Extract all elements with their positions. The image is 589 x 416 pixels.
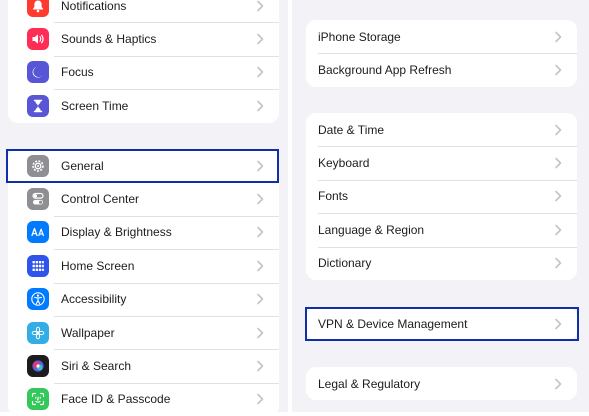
- app-grid-icon: [27, 254, 49, 277]
- chevron-right-icon: [555, 224, 562, 236]
- sidebar-item-face-id-passcode[interactable]: Face ID & Passcode: [8, 382, 279, 416]
- row-label: VPN & Device Management: [318, 316, 468, 331]
- sidebar-item-label: General: [61, 158, 104, 173]
- sidebar-item-label: Focus: [61, 65, 94, 80]
- chevron-right-icon: [257, 33, 264, 45]
- row-language-region[interactable]: Language & Region: [306, 213, 577, 247]
- sidebar-item-label: Display & Brightness: [61, 225, 172, 240]
- sidebar-item-label: Screen Time: [61, 98, 129, 113]
- row-vpn-device-management[interactable]: VPN & Device Management: [306, 307, 577, 341]
- chevron-right-icon: [555, 157, 562, 169]
- row-label: Language & Region: [318, 222, 425, 237]
- sidebar-item-label: Accessibility: [61, 292, 127, 307]
- row-label: iPhone Storage: [318, 29, 401, 44]
- gear-icon: [27, 154, 49, 177]
- hourglass-icon: [27, 94, 49, 117]
- sidebar-item-label: Face ID & Passcode: [61, 392, 171, 407]
- sidebar-item-accessibility[interactable]: Accessibility: [8, 282, 279, 316]
- row-fonts[interactable]: Fonts: [306, 179, 577, 214]
- sidebar-item-wallpaper[interactable]: Wallpaper: [8, 315, 279, 350]
- flower-icon: [27, 321, 49, 344]
- siri-icon: [27, 355, 49, 378]
- settings-sidebar: Notifications Sounds & Haptics Focus Scr…: [0, 0, 288, 416]
- chevron-right-icon: [257, 160, 264, 171]
- text-size-icon: [27, 221, 49, 244]
- sidebar-item-label: Sounds & Haptics: [61, 32, 157, 47]
- row-label: Background App Refresh: [318, 63, 452, 78]
- chevron-right-icon: [555, 64, 562, 76]
- sidebar-item-label: Control Center: [61, 192, 140, 207]
- chevron-right-icon: [257, 327, 264, 338]
- sidebar-item-label: Siri & Search: [61, 359, 132, 374]
- chevron-right-icon: [257, 100, 264, 112]
- row-label: Keyboard: [318, 156, 370, 171]
- chevron-right-icon: [555, 124, 562, 135]
- settings-group-legal: Legal & Regulatory: [306, 367, 577, 401]
- chevron-right-icon: [257, 260, 264, 272]
- sidebar-item-control-center[interactable]: Control Center: [8, 182, 279, 216]
- chevron-right-icon: [257, 227, 264, 238]
- sidebar-item-display-brightness[interactable]: Display & Brightness: [8, 215, 279, 250]
- chevron-right-icon: [257, 193, 264, 205]
- row-date-time[interactable]: Date & Time: [306, 113, 577, 147]
- row-label: Fonts: [318, 189, 349, 204]
- settings-group-storage: iPhone Storage Background App Refresh: [306, 20, 577, 87]
- chevron-right-icon: [555, 257, 562, 269]
- chevron-right-icon: [555, 318, 562, 329]
- toggles-icon: [27, 188, 49, 211]
- chevron-right-icon: [555, 191, 562, 202]
- row-background-app-refresh[interactable]: Background App Refresh: [306, 53, 577, 87]
- sidebar-item-general[interactable]: General: [8, 149, 279, 183]
- sidebar-item-focus[interactable]: Focus: [8, 55, 279, 90]
- chevron-right-icon: [257, 0, 264, 11]
- sidebar-item-notifications[interactable]: Notifications: [8, 0, 279, 23]
- row-iphone-storage[interactable]: iPhone Storage: [306, 20, 577, 54]
- settings-group-notifications: Notifications Sounds & Haptics Focus Scr…: [8, 0, 279, 123]
- chevron-right-icon: [257, 394, 264, 405]
- moon-icon: [27, 61, 49, 84]
- chevron-right-icon: [257, 360, 264, 372]
- accessibility-icon: [27, 288, 49, 311]
- sidebar-item-label: Wallpaper: [61, 325, 115, 340]
- speaker-icon: [27, 28, 49, 51]
- bell-icon: [27, 0, 49, 17]
- settings-group-vpn: VPN & Device Management: [306, 307, 577, 341]
- chevron-right-icon: [257, 293, 264, 305]
- row-legal-regulatory[interactable]: Legal & Regulatory: [306, 367, 577, 401]
- sidebar-item-screen-time[interactable]: Screen Time: [8, 89, 279, 123]
- row-label: Dictionary: [318, 256, 372, 271]
- chevron-right-icon: [555, 31, 562, 42]
- sidebar-item-label: Notifications: [61, 0, 127, 13]
- sidebar-item-home-screen[interactable]: Home Screen: [8, 249, 279, 283]
- chevron-right-icon: [555, 378, 562, 389]
- general-settings-panel: iPhone Storage Background App Refresh Da…: [292, 0, 589, 412]
- row-dictionary[interactable]: Dictionary: [306, 246, 577, 280]
- settings-group-general: General Control Center Display & Brightn…: [8, 149, 279, 416]
- sidebar-item-siri-search[interactable]: Siri & Search: [8, 349, 279, 383]
- row-label: Legal & Regulatory: [318, 376, 421, 391]
- row-label: Date & Time: [318, 122, 385, 137]
- row-keyboard[interactable]: Keyboard: [306, 146, 577, 180]
- chevron-right-icon: [257, 67, 264, 78]
- sidebar-item-label: Home Screen: [61, 258, 135, 273]
- face-id-icon: [27, 388, 49, 411]
- settings-group-locale: Date & Time Keyboard Fonts Language & Re…: [306, 113, 577, 280]
- sidebar-item-sounds-haptics[interactable]: Sounds & Haptics: [8, 22, 279, 56]
